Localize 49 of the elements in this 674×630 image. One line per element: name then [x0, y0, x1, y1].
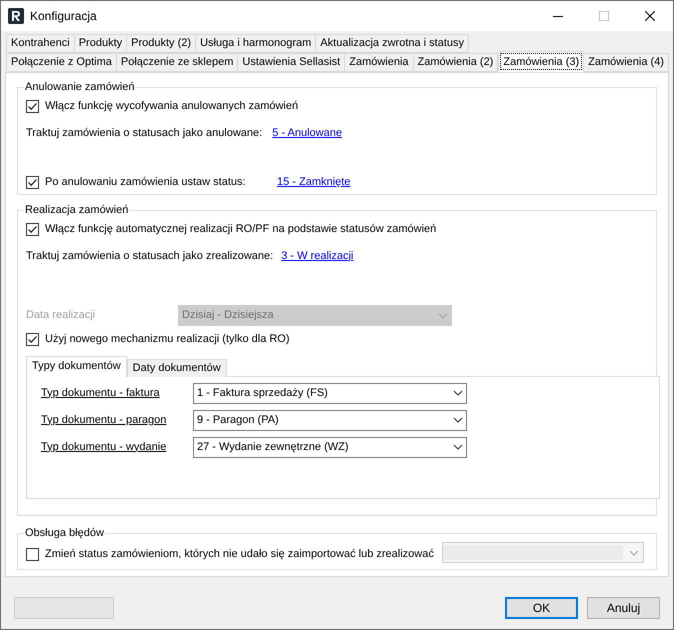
tab[interactable]: Typy dokumentów [26, 356, 127, 376]
tab[interactable]: Aktualizacja zwrotna i statusy [315, 34, 470, 53]
checkbox-label: Włącz funkcję wycofywania anulowanych zamówień [45, 99, 298, 114]
chevron-down-icon [453, 444, 463, 450]
tab[interactable]: Zamówienia (2) [412, 53, 498, 72]
status-link[interactable]: 3 - W realizacji [281, 248, 354, 264]
status-link[interactable]: 15 - Zamknięte [277, 174, 350, 190]
document-type-dropdown[interactable]: 9 - Paragon (PA) [193, 410, 467, 430]
chevron-down-icon [453, 390, 463, 396]
app-logo-icon [8, 8, 24, 24]
checkbox[interactable] [26, 222, 39, 236]
status-link[interactable]: 5 - Anulowane [272, 124, 342, 141]
tab[interactable]: Zamówienia (3) [498, 51, 584, 72]
field-label: Typ dokumentu - paragon [41, 412, 168, 428]
window-title: Konfiguracja [30, 8, 97, 25]
maximize-icon [599, 11, 609, 21]
tab[interactable]: Kontrahenci [6, 34, 75, 53]
chevron-down-icon [629, 550, 639, 556]
tab[interactable]: Zamówienia [344, 53, 414, 72]
checkbox-label: Po anulowaniu zamówienia ustaw status: [45, 175, 246, 190]
group-title: Realizacja zamówień [24, 203, 130, 217]
tab[interactable]: Ustawienia Sellasist [237, 53, 346, 72]
chevron-down-icon [453, 417, 463, 423]
group-title: Obsługa błędów [24, 526, 105, 540]
cancel-button[interactable]: Anuluj [587, 597, 660, 619]
field-label: Data realizacji [26, 308, 96, 324]
document-type-dropdown[interactable]: 1 - Faktura sprzedaży (FS) [193, 382, 467, 404]
checkbox-label: Zmień status zamówieniom, których nie udało się zaimportować lub zrealizować [45, 547, 434, 562]
checkbox[interactable] [26, 548, 39, 561]
checkbox-label: Włącz funkcję automatycznej realizacji RO/PF na podstawie statusów zamówień [45, 222, 436, 237]
field-label: Typ dokumentu - wydanie [41, 440, 168, 455]
tab[interactable]: Usługa i harmonogram [195, 34, 316, 53]
tab[interactable]: Połączenie ze sklepem [116, 53, 238, 72]
field-label: Typ dokumentu - faktura [41, 386, 161, 401]
tab[interactable]: Połączenie z Optima [6, 53, 117, 72]
field-label: Traktuj zamówienia o statusach jako anulowane: [26, 126, 262, 140]
checkbox[interactable] [26, 100, 39, 113]
close-icon [645, 11, 655, 21]
tab[interactable]: Zamówienia (4) [583, 53, 669, 72]
tab[interactable]: Produkty (2) [126, 34, 196, 53]
tab[interactable]: Daty dokumentów [126, 358, 227, 376]
field-label: Traktuj zamówienia o statusach jako zrealizowane: [26, 248, 274, 264]
checkbox[interactable] [26, 332, 39, 346]
tab[interactable]: Produkty [74, 34, 128, 53]
checkbox[interactable] [26, 176, 39, 189]
ok-button[interactable]: OK [505, 597, 578, 619]
checkbox-label: Użyj nowego mechanizmu realizacji (tylko dla RO) [45, 332, 290, 347]
document-type-dropdown[interactable]: 27 - Wydanie zewnętrzne (WZ) [193, 436, 467, 458]
chevron-down-icon [438, 312, 448, 318]
